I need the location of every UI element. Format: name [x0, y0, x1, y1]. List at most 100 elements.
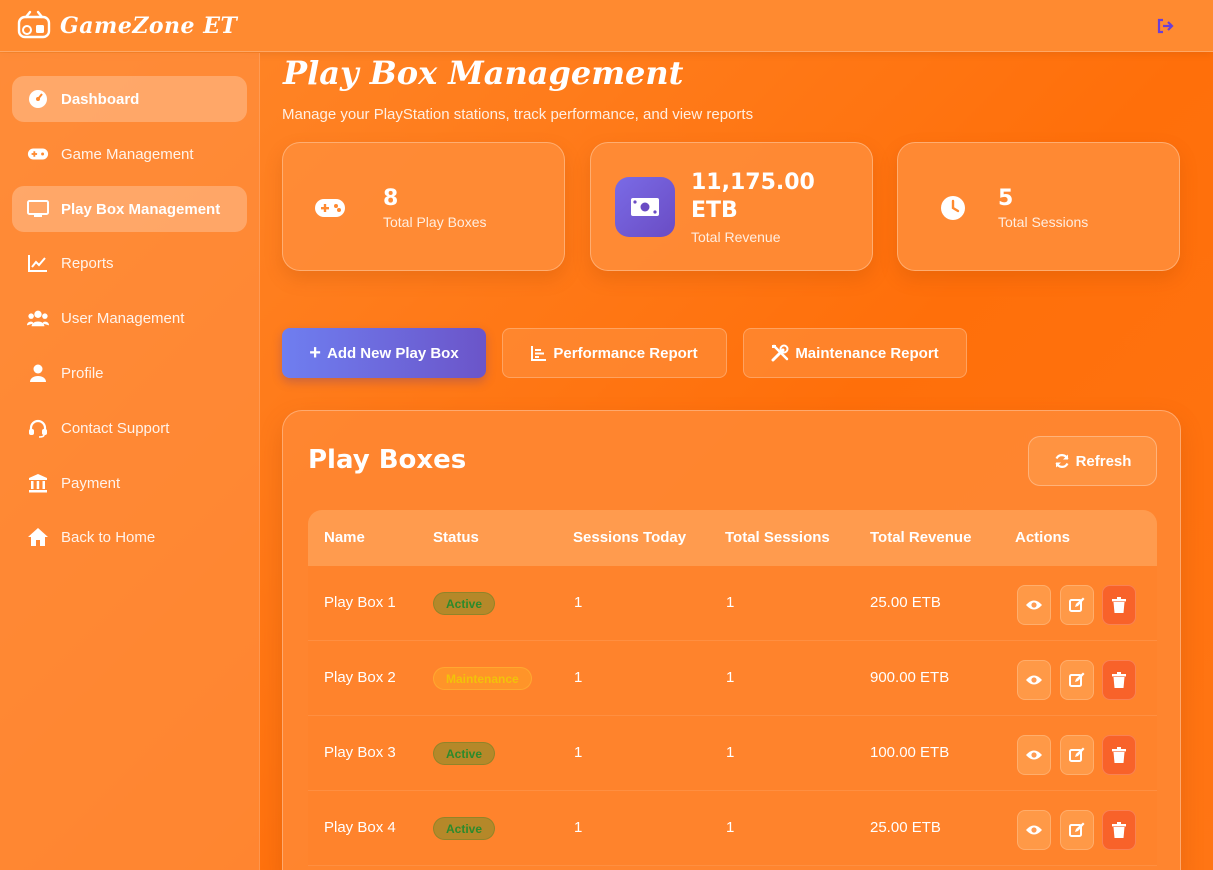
stat-card-play-boxes: 8 Total Play Boxes — [282, 142, 565, 271]
maintenance-report-button[interactable]: Maintenance Report — [743, 328, 967, 378]
sidebar-item-play-box-management[interactable]: Play Box Management — [12, 186, 247, 232]
sidebar-item-dashboard[interactable]: Dashboard — [12, 76, 247, 122]
sidebar-item-label: Payment — [61, 474, 121, 492]
cell-name: Play Box 4 — [324, 819, 396, 836]
stat-value: 5 — [998, 186, 1014, 211]
performance-report-label: Performance Report — [553, 344, 698, 362]
trash-icon — [1112, 672, 1126, 688]
column-header-sessions-today[interactable]: Sessions Today — [573, 529, 686, 546]
status-badge: Active — [433, 817, 496, 840]
sidebar-item-label: Contact Support — [61, 419, 170, 437]
table-header: Name Status Sessions Today Total Session… — [308, 510, 1157, 566]
monitor-icon — [27, 198, 49, 220]
edit-button[interactable] — [1060, 810, 1094, 850]
column-header-total-sessions[interactable]: Total Sessions — [725, 529, 830, 546]
refresh-label: Refresh — [1075, 452, 1132, 470]
cell-total-sessions: 1 — [726, 744, 735, 761]
edit-button[interactable] — [1060, 735, 1094, 775]
sidebar-item-profile[interactable]: Profile — [12, 350, 247, 396]
brand-name: GameZone ET — [60, 13, 238, 39]
table-row: Play Box 4 Active 1 1 25.00 ETB — [308, 791, 1157, 866]
play-boxes-panel: Play Boxes Refresh Name Status Sessions … — [282, 410, 1181, 870]
clock-icon — [936, 191, 970, 225]
table-row: Play Box 1 Active 1 1 25.00 ETB — [308, 566, 1157, 641]
performance-report-button[interactable]: Performance Report — [502, 328, 727, 378]
view-button[interactable] — [1017, 810, 1051, 850]
cell-name: Play Box 2 — [324, 669, 396, 686]
trash-icon — [1112, 822, 1126, 838]
status-badge: Active — [433, 592, 496, 615]
refresh-button[interactable]: Refresh — [1028, 436, 1157, 486]
edit-icon — [1069, 597, 1085, 612]
sidebar-item-label: Play Box Management — [61, 200, 221, 218]
status-badge: Maintenance — [433, 667, 532, 690]
edit-button[interactable] — [1060, 660, 1094, 700]
view-button[interactable] — [1017, 585, 1051, 625]
delete-button[interactable] — [1102, 735, 1136, 775]
edit-icon — [1069, 822, 1085, 837]
add-play-box-label: Add New Play Box — [326, 344, 459, 362]
sidebar-item-label: User Management — [61, 309, 185, 327]
delete-button[interactable] — [1102, 585, 1136, 625]
edit-icon — [1069, 672, 1085, 687]
stat-value-currency: ETB — [691, 198, 738, 223]
table-row: Play Box 2 Maintenance 1 1 900.00 ETB — [308, 641, 1157, 716]
sidebar-item-contact-support[interactable]: Contact Support — [12, 405, 247, 451]
plus-icon: + — [309, 342, 321, 364]
gamepad-icon — [27, 143, 49, 165]
eye-icon — [1026, 675, 1042, 685]
sidebar: Dashboard Game Management Play Box Manag… — [0, 53, 260, 870]
cell-sessions-today: 1 — [574, 669, 583, 686]
cell-total-sessions: 1 — [726, 669, 735, 686]
add-play-box-button[interactable]: + Add New Play Box — [282, 328, 486, 378]
play-boxes-table: Name Status Sessions Today Total Session… — [308, 510, 1157, 866]
gamepad-icon — [313, 191, 347, 225]
cell-total-sessions: 1 — [726, 819, 735, 836]
eye-icon — [1026, 825, 1042, 835]
delete-button[interactable] — [1102, 660, 1136, 700]
sidebar-item-label: Back to Home — [61, 528, 156, 546]
home-icon — [27, 526, 49, 548]
sidebar-item-label: Dashboard — [61, 90, 140, 108]
cell-revenue: 25.00 ETB — [870, 819, 941, 836]
stat-value: 8 — [383, 186, 399, 211]
refresh-icon — [1055, 454, 1069, 468]
cell-name: Play Box 1 — [324, 594, 396, 611]
eye-icon — [1026, 600, 1042, 610]
brand[interactable]: GameZone ET — [16, 10, 237, 42]
tools-icon — [771, 344, 789, 362]
cell-name: Play Box 3 — [324, 744, 396, 761]
stat-label: Total Play Boxes — [383, 214, 487, 230]
column-header-status[interactable]: Status — [433, 529, 479, 546]
cell-total-sessions: 1 — [726, 594, 735, 611]
top-bar: GameZone ET — [0, 0, 1213, 52]
gamepad-logo-icon — [17, 10, 51, 39]
sidebar-item-game-management[interactable]: Game Management — [12, 131, 247, 177]
page-title: Play Box Management — [283, 54, 684, 92]
stat-label: Total Sessions — [998, 214, 1089, 230]
cell-revenue: 900.00 ETB — [870, 669, 950, 686]
stat-label: Total Revenue — [691, 229, 781, 245]
view-button[interactable] — [1017, 660, 1051, 700]
column-header-name[interactable]: Name — [324, 529, 365, 546]
column-header-actions: Actions — [1015, 529, 1071, 546]
view-button[interactable] — [1017, 735, 1051, 775]
sidebar-item-reports[interactable]: Reports — [12, 240, 247, 286]
sidebar-item-back-to-home[interactable]: Back to Home — [12, 514, 247, 560]
stat-value-amount: 11,175.00 — [691, 170, 815, 195]
bank-icon — [27, 472, 49, 494]
delete-button[interactable] — [1102, 810, 1136, 850]
sidebar-item-label: Game Management — [61, 145, 194, 163]
sidebar-item-label: Reports — [61, 254, 114, 272]
trash-icon — [1112, 597, 1126, 613]
edit-button[interactable] — [1060, 585, 1094, 625]
panel-title: Play Boxes — [308, 445, 467, 475]
column-header-total-revenue[interactable]: Total Revenue — [870, 529, 971, 546]
eye-icon — [1026, 750, 1042, 760]
sidebar-item-payment[interactable]: Payment — [12, 460, 247, 506]
sidebar-item-user-management[interactable]: User Management — [12, 295, 247, 341]
logout-icon[interactable] — [1155, 16, 1175, 36]
cell-sessions-today: 1 — [574, 819, 583, 836]
users-icon — [27, 307, 49, 329]
stat-card-revenue: 11,175.00 ETB Total Revenue — [590, 142, 873, 271]
